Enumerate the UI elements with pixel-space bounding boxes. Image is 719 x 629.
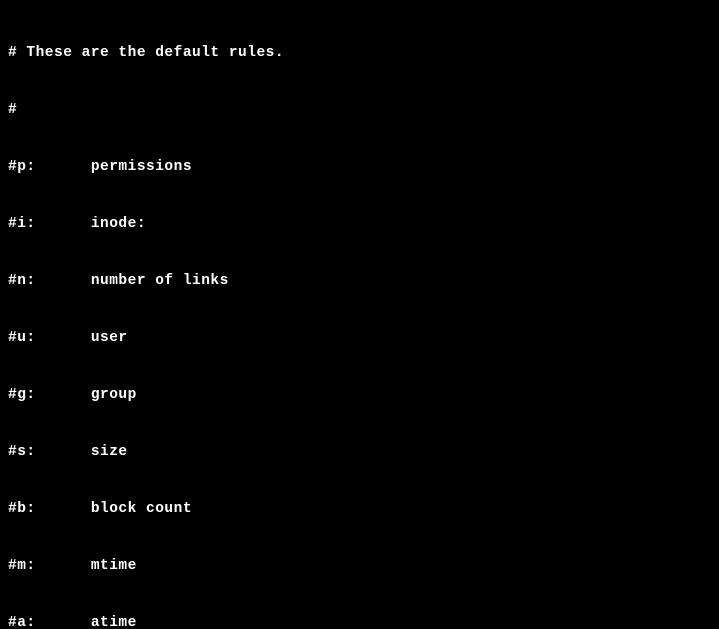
config-line: #a: atime (8, 614, 711, 629)
config-line: # These are the default rules. (8, 44, 711, 63)
config-line: # (8, 101, 711, 120)
config-line: #m: mtime (8, 557, 711, 576)
config-line: #b: block count (8, 500, 711, 519)
terminal-viewport[interactable]: # These are the default rules. # #p: per… (0, 0, 719, 629)
config-line: #n: number of links (8, 272, 711, 291)
config-line: #g: group (8, 386, 711, 405)
config-line: #s: size (8, 443, 711, 462)
config-line: #u: user (8, 329, 711, 348)
config-line: #p: permissions (8, 158, 711, 177)
config-line: #i: inode: (8, 215, 711, 234)
